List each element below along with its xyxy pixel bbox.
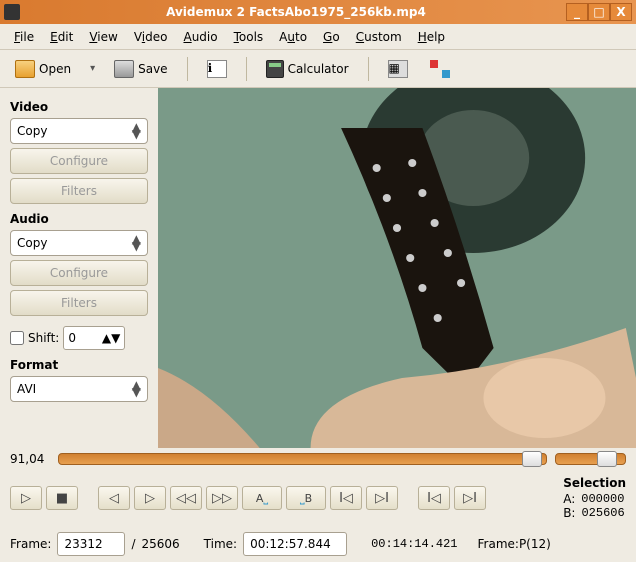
separator: [368, 57, 369, 81]
maximize-button[interactable]: □: [588, 3, 610, 21]
video-filters-button[interactable]: Filters: [10, 178, 148, 204]
next-frame-button[interactable]: ▷: [134, 486, 166, 510]
rewind-button[interactable]: ◁◁: [170, 486, 202, 510]
selection-panel: Selection A: 000000 B: 025606: [563, 476, 626, 520]
menu-bar: File Edit View Video Audio Tools Auto Go…: [0, 24, 636, 50]
goto-end-button[interactable]: ▷I: [366, 486, 398, 510]
shift-checkbox[interactable]: [10, 331, 24, 345]
menu-file[interactable]: File: [8, 27, 40, 47]
calculator-icon: [266, 60, 284, 78]
set-marker-b-button[interactable]: ⎵B: [286, 486, 326, 510]
time-input[interactable]: 00:12:57.844: [243, 532, 347, 556]
sel-b-value: 025606: [581, 506, 624, 520]
menu-video[interactable]: Video: [128, 27, 174, 47]
info-button[interactable]: ℹ: [200, 55, 234, 83]
open-dropdown-icon[interactable]: ▾: [86, 63, 99, 74]
total-sep: /: [131, 537, 135, 551]
menu-view[interactable]: View: [83, 27, 123, 47]
video-codec-value: Copy: [17, 124, 47, 138]
folder-icon: [15, 60, 35, 78]
audio-codec-value: Copy: [17, 236, 47, 250]
sel-b-label: B:: [563, 506, 575, 520]
stop-button[interactable]: ■: [46, 486, 78, 510]
save-label: Save: [138, 62, 167, 76]
updown-icon: ▲▼: [102, 331, 120, 345]
toolbar: Open ▾ Save ℹ Calculator ▦: [0, 50, 636, 88]
format-value: AVI: [17, 382, 36, 396]
seek-bar-row: 91,04: [0, 448, 636, 470]
menu-edit[interactable]: Edit: [44, 27, 79, 47]
slider-thumb[interactable]: [522, 451, 542, 467]
sel-a-label: A:: [563, 492, 575, 506]
frame-label: Frame:: [10, 537, 51, 551]
set-marker-a-button[interactable]: A⎵: [242, 486, 282, 510]
duration-value: 00:14:14.421: [371, 537, 457, 551]
seek-slider-fine[interactable]: [555, 453, 627, 465]
status-row: Frame: 23312 / 25606 Time: 00:12:57.844 …: [0, 526, 636, 562]
video-preview: [158, 88, 636, 448]
seek-position: 91,04: [10, 452, 50, 466]
calculator-label: Calculator: [288, 62, 349, 76]
transport-controls: ▷ ■ ◁ ▷ ◁◁ ▷▷ A⎵ ⎵B I◁ ▷I I◁ ▷I Selectio…: [0, 470, 636, 526]
updown-icon: ▲▼: [132, 124, 141, 138]
separator: [187, 57, 188, 81]
frame-input[interactable]: 23312: [57, 532, 125, 556]
title-bar: Avidemux 2 FactsAbo1975_256kb.mp4 _ □ X: [0, 0, 636, 24]
save-button[interactable]: Save: [107, 55, 174, 83]
open-button[interactable]: Open: [8, 55, 78, 83]
slider-thumb[interactable]: [597, 451, 617, 467]
sel-a-value: 000000: [581, 492, 624, 506]
menu-auto[interactable]: Auto: [273, 27, 313, 47]
menu-custom[interactable]: Custom: [350, 27, 408, 47]
close-button[interactable]: X: [610, 3, 632, 21]
goto-marker-b-button[interactable]: ▷I: [454, 486, 486, 510]
shift-value: 0: [68, 331, 76, 345]
format-header: Format: [10, 358, 148, 372]
film-frame-image: [158, 88, 636, 448]
app-icon: [4, 4, 20, 20]
seek-slider-main[interactable]: [58, 453, 547, 465]
shift-spinner[interactable]: 0 ▲▼: [63, 326, 125, 350]
updown-icon: ▲▼: [132, 236, 141, 250]
shapes-button[interactable]: [423, 55, 457, 83]
audio-codec-combo[interactable]: Copy ▲▼: [10, 230, 148, 256]
forward-button[interactable]: ▷▷: [206, 486, 238, 510]
video-configure-button[interactable]: Configure: [10, 148, 148, 174]
audio-header: Audio: [10, 212, 148, 226]
goto-marker-a-button[interactable]: I◁: [418, 486, 450, 510]
time-label: Time:: [204, 537, 237, 551]
projector-button[interactable]: ▦: [381, 55, 415, 83]
sidebar: Video Copy ▲▼ Configure Filters Audio Co…: [0, 88, 158, 448]
video-codec-combo[interactable]: Copy ▲▼: [10, 118, 148, 144]
menu-audio[interactable]: Audio: [177, 27, 223, 47]
audio-filters-button[interactable]: Filters: [10, 290, 148, 316]
play-button[interactable]: ▷: [10, 486, 42, 510]
selection-header: Selection: [563, 476, 626, 490]
total-frames: 25606: [141, 537, 179, 551]
shapes-icon: [430, 60, 450, 78]
menu-tools[interactable]: Tools: [228, 27, 270, 47]
separator: [246, 57, 247, 81]
menu-help[interactable]: Help: [412, 27, 451, 47]
projector-icon: ▦: [388, 60, 408, 78]
video-header: Video: [10, 100, 148, 114]
calculator-button[interactable]: Calculator: [259, 55, 356, 83]
info-icon: ℹ: [207, 60, 227, 78]
menu-go[interactable]: Go: [317, 27, 346, 47]
format-combo[interactable]: AVI ▲▼: [10, 376, 148, 402]
frametype-value: Frame:P(12): [478, 537, 551, 551]
window-title: Avidemux 2 FactsAbo1975_256kb.mp4: [26, 5, 566, 19]
updown-icon: ▲▼: [132, 382, 141, 396]
shift-label: Shift:: [28, 331, 59, 345]
prev-frame-button[interactable]: ◁: [98, 486, 130, 510]
disk-icon: [114, 60, 134, 78]
audio-configure-button[interactable]: Configure: [10, 260, 148, 286]
minimize-button[interactable]: _: [566, 3, 588, 21]
open-label: Open: [39, 62, 71, 76]
goto-start-button[interactable]: I◁: [330, 486, 362, 510]
